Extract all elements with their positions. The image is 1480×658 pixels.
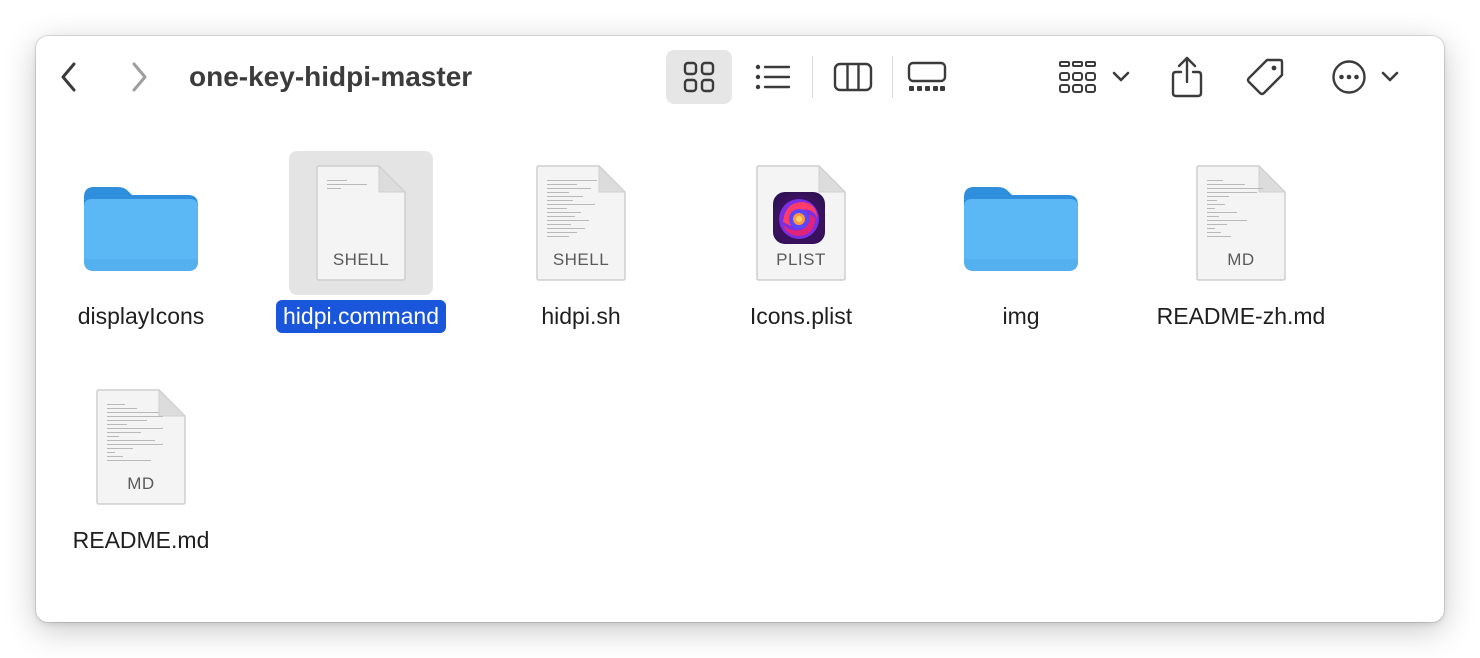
document-icon: SHELL bbox=[315, 164, 407, 282]
text-preview-lines bbox=[547, 180, 603, 240]
file-name: README-zh.md bbox=[1156, 303, 1326, 329]
file-item-readme-md[interactable]: MD README.md bbox=[36, 375, 246, 571]
file-type-label: SHELL bbox=[332, 250, 390, 269]
file-thumbnail: MD bbox=[1169, 151, 1313, 295]
file-thumbnail bbox=[949, 151, 1093, 295]
chevron-down-icon bbox=[1381, 71, 1399, 82]
toolbar-divider bbox=[892, 56, 893, 98]
file-name: hidpi.sh bbox=[541, 303, 621, 329]
icon-view-button[interactable] bbox=[666, 50, 732, 104]
folder-icon bbox=[84, 187, 198, 271]
file-item-hidpi-command[interactable]: SHELL hidpi.command bbox=[256, 151, 466, 347]
document-icon: PLIST bbox=[755, 164, 847, 282]
file-item-displayicons[interactable]: displayIcons bbox=[36, 151, 246, 347]
file-item-readme-zh-md[interactable]: MD README-zh.md bbox=[1136, 151, 1346, 347]
file-item-hidpi-sh[interactable]: SHELL hidpi.sh bbox=[476, 151, 686, 347]
share-button[interactable] bbox=[1166, 50, 1208, 104]
text-preview-lines bbox=[327, 180, 383, 192]
file-type-label: SHELL bbox=[552, 250, 610, 269]
file-name: README.md bbox=[72, 527, 210, 553]
toolbar: one-key-hidpi-master bbox=[36, 36, 1444, 120]
finder-window: one-key-hidpi-master displayIcons SHELL … bbox=[36, 36, 1444, 622]
text-preview-lines bbox=[107, 404, 163, 464]
gallery-icon bbox=[907, 61, 947, 91]
file-label-wrap: README-zh.md bbox=[1136, 300, 1346, 333]
chevron-right-icon bbox=[132, 62, 147, 92]
file-thumbnail: SHELL bbox=[289, 151, 433, 295]
file-type-label: MD bbox=[127, 474, 155, 493]
group-icon bbox=[1059, 61, 1096, 93]
window-title: one-key-hidpi-master bbox=[189, 61, 473, 92]
column-view-button[interactable] bbox=[826, 50, 880, 104]
file-label-wrap: displayIcons bbox=[36, 300, 246, 333]
file-label-wrap: hidpi.command bbox=[256, 300, 466, 333]
file-label-wrap: README.md bbox=[36, 524, 246, 557]
file-thumbnail: SHELL bbox=[509, 151, 653, 295]
forward-button[interactable] bbox=[122, 54, 156, 100]
document-icon: SHELL bbox=[535, 164, 627, 282]
tags-button[interactable] bbox=[1240, 50, 1290, 104]
document-icon: MD bbox=[95, 388, 187, 506]
text-preview-lines bbox=[1207, 180, 1263, 240]
file-label-wrap: Icons.plist bbox=[696, 300, 906, 333]
document-icon: MD bbox=[1195, 164, 1287, 282]
file-name: displayIcons bbox=[77, 303, 205, 329]
file-thumbnail: PLIST bbox=[729, 151, 873, 295]
share-icon bbox=[1171, 56, 1203, 98]
file-name: img bbox=[1002, 303, 1040, 329]
file-name: Icons.plist bbox=[749, 303, 853, 329]
file-name: hidpi.command bbox=[276, 300, 446, 333]
chevron-left-icon bbox=[61, 62, 76, 92]
toolbar-divider bbox=[812, 56, 813, 98]
folder-icon bbox=[964, 187, 1078, 271]
grid-icon bbox=[683, 61, 715, 93]
file-label-wrap: img bbox=[916, 300, 1126, 333]
group-button[interactable] bbox=[1052, 50, 1136, 104]
file-thumbnail: MD bbox=[69, 375, 213, 519]
file-thumbnail bbox=[69, 151, 213, 295]
file-item-img[interactable]: img bbox=[916, 151, 1126, 347]
chevron-down-icon bbox=[1112, 71, 1130, 82]
file-type-label: MD bbox=[1227, 250, 1255, 269]
app-icon bbox=[773, 192, 825, 244]
file-type-label: PLIST bbox=[776, 250, 826, 269]
gallery-view-button[interactable] bbox=[902, 50, 952, 104]
file-item-icons-plist[interactable]: PLIST Icons.plist bbox=[696, 151, 906, 347]
list-icon bbox=[755, 64, 791, 90]
list-view-button[interactable] bbox=[748, 50, 798, 104]
ellipsis-circle-icon bbox=[1332, 60, 1366, 94]
more-actions-button[interactable] bbox=[1322, 50, 1408, 104]
file-label-wrap: hidpi.sh bbox=[476, 300, 686, 333]
tag-icon bbox=[1246, 58, 1284, 96]
columns-icon bbox=[833, 62, 873, 92]
back-button[interactable] bbox=[52, 54, 86, 100]
